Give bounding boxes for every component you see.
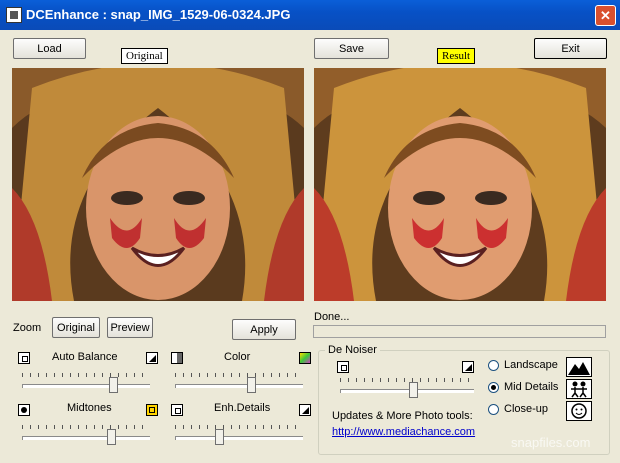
app-icon: [6, 7, 22, 23]
color-slider[interactable]: [175, 372, 303, 393]
color-low-icon: [171, 352, 183, 364]
progress-bar: [313, 325, 606, 338]
people-icon: [566, 379, 592, 399]
zoom-original-button[interactable]: Original: [52, 317, 100, 338]
denoiser-slider[interactable]: [340, 377, 474, 398]
result-tag: Result: [437, 48, 476, 64]
denoiser-thumb[interactable]: [408, 382, 418, 398]
window-title: DCEnhance : snap_IMG_1529-06-0324.JPG: [26, 7, 291, 22]
enh-details-label: Enh.Details: [214, 402, 271, 414]
color-high-icon: [299, 352, 311, 364]
zoom-preview-button[interactable]: Preview: [107, 317, 153, 338]
auto-balance-low-icon: [18, 352, 30, 364]
denoiser-label: De Noiser: [325, 344, 380, 356]
mid-details-label[interactable]: Mid Details: [504, 381, 558, 393]
midtones-low-icon: [18, 404, 30, 416]
load-button[interactable]: Load: [13, 38, 86, 59]
updates-text: Updates & More Photo tools:: [332, 410, 473, 422]
result-image[interactable]: [314, 68, 606, 301]
enh-details-low-icon: [171, 404, 183, 416]
zoom-label: Zoom: [13, 322, 42, 334]
enh-details-high-icon: [299, 404, 311, 416]
enh-details-thumb[interactable]: [214, 429, 224, 445]
title-bar: DCEnhance : snap_IMG_1529-06-0324.JPG ✕: [0, 0, 620, 30]
midtones-high-icon: [146, 404, 158, 416]
landscape-icon: [566, 357, 592, 377]
midtones-thumb[interactable]: [106, 429, 116, 445]
original-tag: Original: [121, 48, 168, 64]
close-button[interactable]: ✕: [595, 5, 616, 26]
midtones-slider[interactable]: [22, 424, 150, 445]
enh-details-slider[interactable]: [175, 424, 303, 445]
close-up-label[interactable]: Close-up: [504, 403, 548, 415]
denoiser-low-icon: [337, 361, 349, 373]
save-button[interactable]: Save: [314, 38, 389, 59]
landscape-radio[interactable]: [488, 360, 499, 371]
status-text: Done...: [314, 311, 350, 323]
original-image[interactable]: [12, 68, 304, 301]
auto-balance-thumb[interactable]: [109, 377, 119, 393]
mid-details-radio[interactable]: [488, 382, 499, 393]
midtones-label: Midtones: [67, 402, 112, 414]
auto-balance-label: Auto Balance: [52, 351, 118, 363]
apply-button[interactable]: Apply: [232, 319, 296, 340]
color-thumb[interactable]: [246, 377, 256, 393]
watermark: snapfiles.com: [511, 435, 591, 450]
face-icon: [566, 401, 592, 421]
color-label: Color: [224, 351, 251, 363]
close-up-radio[interactable]: [488, 404, 499, 415]
denoiser-high-icon: [462, 361, 474, 373]
exit-button[interactable]: Exit: [534, 38, 607, 59]
landscape-label[interactable]: Landscape: [504, 359, 558, 371]
mediachance-link[interactable]: http://www.mediachance.com: [332, 426, 475, 438]
auto-balance-high-icon: [146, 352, 158, 364]
auto-balance-slider[interactable]: [22, 372, 150, 393]
